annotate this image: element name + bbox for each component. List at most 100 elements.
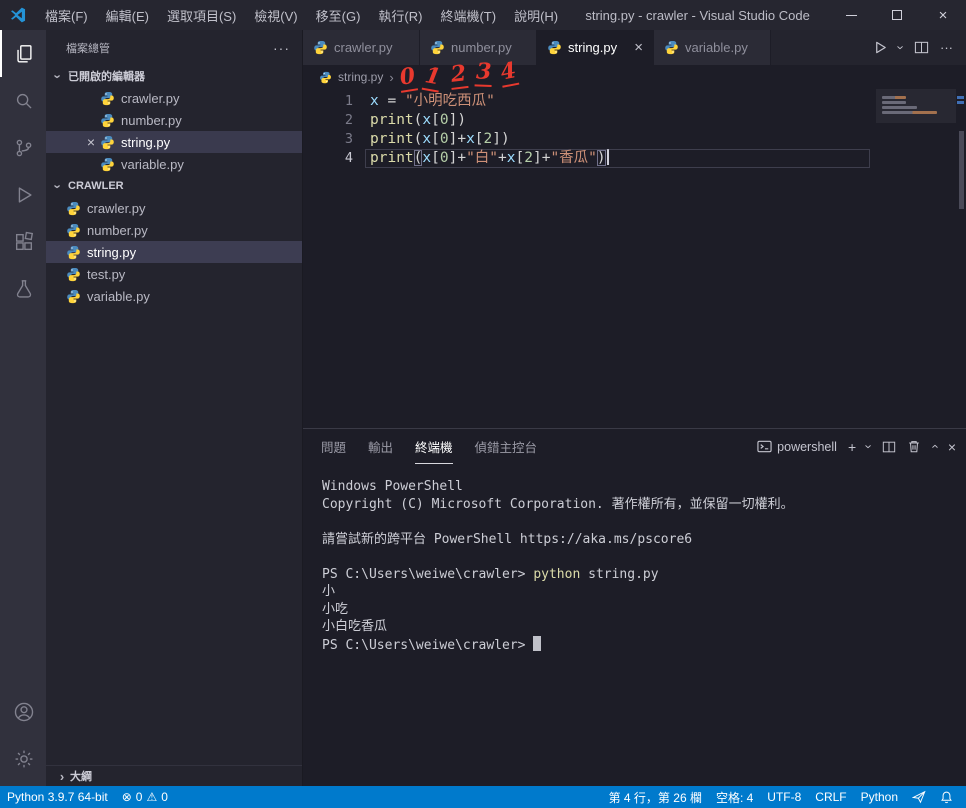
python-file-icon: [100, 91, 115, 106]
activity-run-debug[interactable]: [0, 171, 46, 218]
terminal-line: PS C:\Users\weiwe\crawler>: [322, 635, 966, 655]
tab-label: variable.py: [685, 40, 748, 55]
open-editor-item[interactable]: × string.py: [46, 131, 302, 153]
file-tree-item[interactable]: string.py: [46, 241, 302, 263]
activity-explorer[interactable]: [0, 30, 46, 77]
tabs-container: crawler.py number.py string.py × variable.py: [303, 30, 771, 65]
run-python-file-icon[interactable]: [873, 40, 888, 55]
panel-tab[interactable]: 偵錯主控台: [475, 429, 538, 464]
split-terminal-icon[interactable]: [882, 440, 896, 454]
code-line[interactable]: 3 print(x[0]+x[2]): [303, 130, 870, 149]
editor-tab[interactable]: variable.py: [654, 30, 771, 65]
editor-tab[interactable]: crawler.py: [303, 30, 420, 65]
feedback-icon[interactable]: [905, 786, 933, 808]
menu-item[interactable]: 執行(R): [369, 0, 431, 30]
terminal-line: Copyright (C) Microsoft Corporation. 著作權…: [322, 496, 794, 512]
menu-item[interactable]: 選取項目(S): [158, 0, 245, 30]
open-editor-item[interactable]: number.py: [46, 109, 302, 131]
code-line[interactable]: 4 print(x[0]+"白"+x[2]+"香瓜"): [303, 149, 870, 168]
close-tab-icon[interactable]: ×: [634, 39, 643, 56]
code-text: x = "小明吃西瓜": [370, 93, 495, 109]
minimap[interactable]: [882, 94, 952, 116]
more-actions-icon[interactable]: ···: [940, 40, 953, 55]
activity-bar: [0, 30, 46, 786]
window-controls: ×: [828, 0, 966, 30]
panel-tab[interactable]: 終端機: [415, 429, 453, 464]
file-tree-item[interactable]: number.py: [46, 219, 302, 241]
activity-settings[interactable]: [0, 735, 46, 782]
status-item[interactable]: CRLF: [808, 786, 853, 808]
maximize-icon: [892, 10, 902, 20]
kill-terminal-icon[interactable]: [907, 439, 921, 454]
status-item[interactable]: 空格: 4: [709, 786, 760, 808]
code-editor[interactable]: 1 x = "小明吃西瓜" 2 print(x[0]) 3 print(x[0]+x[2]…: [303, 89, 966, 428]
close-button[interactable]: ×: [920, 0, 966, 30]
activity-search[interactable]: [0, 77, 46, 124]
status-item[interactable]: Python 3.9.7 64-bit: [0, 786, 115, 808]
editor-tab[interactable]: number.py: [420, 30, 537, 65]
file-name: test.py: [87, 266, 126, 282]
testing-icon: [13, 278, 35, 300]
file-tree-item[interactable]: variable.py: [46, 285, 302, 307]
activity-extensions[interactable]: [0, 218, 46, 265]
menu-item[interactable]: 說明(H): [505, 0, 567, 30]
title-bar: 檔案(F) 編輯(E) 選取項目(S) 檢視(V) 移至(G) 執行(R) 終端機(T) 說明…: [0, 0, 966, 30]
close-editor-icon[interactable]: ×: [82, 134, 100, 150]
status-left: Python 3.9.7 64-bit ⊗ 0 ⚠ 0: [0, 786, 175, 808]
menu-item[interactable]: 移至(G): [307, 0, 370, 30]
editor-scrollbar-thumb[interactable]: [959, 131, 964, 209]
terminal-output[interactable]: Windows PowerShell Copyright (C) Microsof…: [303, 464, 966, 786]
overview-ruler-decoration: [957, 101, 964, 104]
maximize-button[interactable]: [874, 0, 920, 30]
status-item[interactable]: 第 4 行，第 26 欄: [602, 786, 709, 808]
run-dropdown-icon[interactable]: ›: [893, 45, 908, 49]
split-editor-icon[interactable]: [914, 40, 929, 55]
terminal-dropdown-icon[interactable]: ›: [862, 444, 877, 448]
warnings-icon: ⚠: [146, 790, 158, 804]
shell-selector[interactable]: powershell: [757, 439, 837, 454]
file-tree-item[interactable]: test.py: [46, 263, 302, 285]
maximize-panel-icon[interactable]: ›: [927, 444, 942, 448]
menu-item[interactable]: 編輯(E): [97, 0, 158, 30]
breadcrumb[interactable]: string.py ›: [303, 65, 966, 89]
file-name: variable.py: [121, 156, 184, 172]
python-file-icon: [66, 223, 81, 238]
panel-tab[interactable]: 問題: [321, 429, 346, 464]
settings-icon: [13, 748, 35, 770]
outline-section[interactable]: › 大綱: [46, 765, 302, 786]
code-text: print(x[0]+x[2]): [370, 131, 510, 147]
open-editor-item[interactable]: crawler.py: [46, 87, 302, 109]
terminal-line: Windows PowerShell: [322, 479, 463, 494]
terminal-cursor: [533, 635, 542, 651]
open-editors-header[interactable]: › 已開啟的編輯器: [46, 65, 302, 87]
bell-icon[interactable]: [933, 786, 960, 808]
minimize-button[interactable]: [828, 0, 874, 30]
menu-item[interactable]: 檔案(F): [36, 0, 97, 30]
close-panel-icon[interactable]: ×: [948, 439, 956, 455]
open-editor-item[interactable]: variable.py: [46, 153, 302, 175]
breadcrumb-file[interactable]: string.py: [338, 70, 383, 84]
minimap-lines: [882, 96, 952, 114]
open-editors-list: crawler.py number.py × string.py variable.py: [46, 87, 302, 175]
menu-item[interactable]: 終端機(T): [431, 0, 505, 30]
status-item[interactable]: ⊗ 0 ⚠ 0: [115, 786, 175, 808]
code-line[interactable]: 2 print(x[0]): [303, 111, 870, 130]
text-cursor: [606, 149, 609, 165]
menu-item[interactable]: 檢視(V): [245, 0, 306, 30]
file-name: crawler.py: [121, 90, 180, 106]
more-actions-icon[interactable]: ···: [273, 40, 290, 56]
activity-source-control[interactable]: [0, 124, 46, 171]
editor-tab[interactable]: string.py ×: [537, 30, 654, 65]
editor-actions: › ···: [873, 30, 966, 65]
status-item[interactable]: UTF-8: [760, 786, 808, 808]
new-terminal-icon[interactable]: +: [848, 439, 856, 455]
activity-account[interactable]: [0, 688, 46, 735]
panel-tab[interactable]: 輸出: [368, 429, 393, 464]
project-header[interactable]: › CRAWLER: [46, 175, 302, 197]
status-item[interactable]: Python: [854, 786, 905, 808]
activity-testing[interactable]: [0, 265, 46, 312]
file-tree-item[interactable]: crawler.py: [46, 197, 302, 219]
vscode-logo-icon: [0, 7, 36, 23]
code-line[interactable]: 1 x = "小明吃西瓜": [303, 92, 870, 111]
